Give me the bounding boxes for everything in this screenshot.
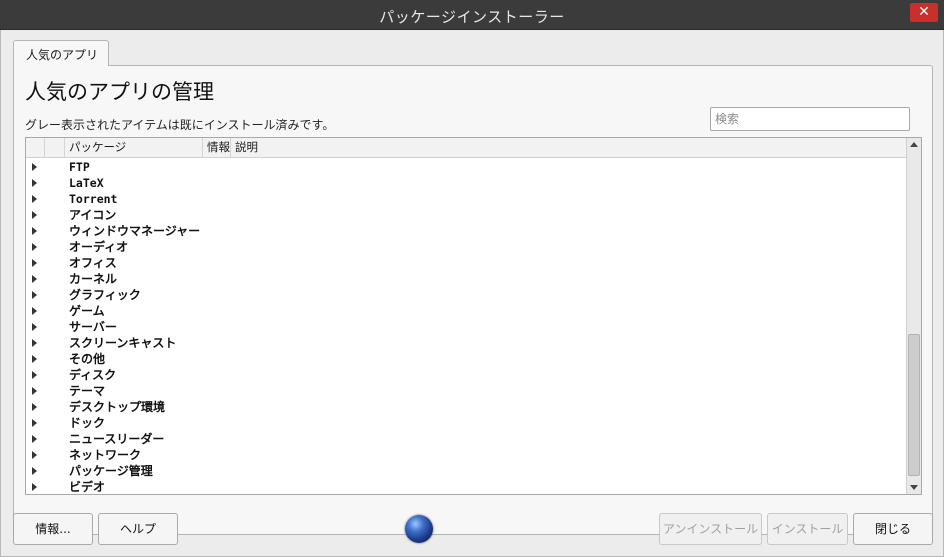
expand-arrow-icon[interactable] — [32, 435, 37, 443]
table-row[interactable]: グラフィック — [26, 287, 908, 303]
expand-arrow-icon[interactable] — [32, 339, 37, 347]
expand-arrow-icon[interactable] — [32, 387, 37, 395]
category-label: スクリーンキャスト — [69, 336, 177, 350]
expand-arrow-icon[interactable] — [32, 355, 37, 363]
search-input[interactable] — [710, 107, 910, 131]
table-row[interactable]: スクリーンキャスト — [26, 335, 908, 351]
expand-arrow-icon[interactable] — [32, 243, 37, 251]
expand-arrow-icon[interactable] — [32, 163, 37, 171]
category-label: LaTeX — [69, 176, 104, 190]
table-row[interactable]: ドック — [26, 415, 908, 431]
window-body: 人気のアプリ 人気のアプリの管理 グレー表示されたアイテムは既にインストール済み… — [0, 30, 944, 557]
category-label: サーバー — [69, 320, 117, 334]
package-tree: パッケージ 情報 説明 FTP LaTeX Torrent アイコン ウィンドウ… — [25, 137, 922, 495]
expand-arrow-icon[interactable] — [32, 259, 37, 267]
scroll-thumb[interactable] — [908, 334, 920, 476]
tree-rows: FTP LaTeX Torrent アイコン ウィンドウマネージャー オーディオ… — [26, 159, 908, 494]
globe-icon — [405, 515, 433, 543]
table-row[interactable]: オーディオ — [26, 239, 908, 255]
header-info[interactable]: 情報 — [202, 138, 230, 157]
category-label: ビデオ — [69, 480, 106, 494]
page-title: 人気のアプリの管理 — [25, 80, 214, 104]
scroll-down-icon[interactable] — [907, 480, 921, 494]
category-label: ネットワーク — [69, 448, 142, 462]
uninstall-button[interactable]: アンインストール — [659, 513, 762, 545]
category-label: Torrent — [69, 192, 118, 206]
help-button[interactable]: ヘルプ — [98, 513, 178, 545]
header-description[interactable]: 説明 — [230, 138, 908, 157]
header-spacer — [26, 138, 44, 157]
expand-arrow-icon[interactable] — [32, 227, 37, 235]
table-row[interactable]: デスクトップ環境 — [26, 399, 908, 415]
expand-arrow-icon[interactable] — [32, 291, 37, 299]
category-label: その他 — [69, 352, 106, 366]
category-label: テーマ — [69, 384, 106, 398]
table-row[interactable]: LaTeX — [26, 175, 908, 191]
expand-arrow-icon[interactable] — [32, 371, 37, 379]
close-button[interactable]: 閉じる — [853, 513, 933, 545]
table-row[interactable]: ディスク — [26, 367, 908, 383]
window-title: パッケージインストーラー — [379, 8, 565, 26]
tab-panel: 人気のアプリの管理 グレー表示されたアイテムは既にインストール済みです。 パッケ… — [13, 65, 933, 535]
table-row[interactable]: FTP — [26, 159, 908, 175]
scroll-up-icon[interactable] — [907, 138, 921, 152]
table-row[interactable]: ビデオ — [26, 479, 908, 494]
title-bar: パッケージインストーラー ✕ — [0, 0, 944, 30]
category-label: FTP — [69, 160, 90, 174]
category-label: オフィス — [69, 256, 117, 270]
window-close-button[interactable]: ✕ — [910, 3, 938, 22]
table-row[interactable]: オフィス — [26, 255, 908, 271]
table-row[interactable]: カーネル — [26, 271, 908, 287]
tab-popular-apps[interactable]: 人気のアプリ — [13, 40, 109, 66]
category-label: ディスク — [69, 368, 117, 382]
expand-arrow-icon[interactable] — [32, 275, 37, 283]
vertical-scrollbar[interactable] — [906, 138, 921, 494]
installed-note: グレー表示されたアイテムは既にインストール済みです。 — [25, 118, 335, 132]
table-row[interactable]: ニュースリーダー — [26, 431, 908, 447]
header-package[interactable]: パッケージ — [64, 138, 202, 157]
category-label: グラフィック — [69, 288, 141, 302]
category-label: ウィンドウマネージャー — [69, 224, 201, 238]
info-button[interactable]: 情報... — [13, 513, 93, 545]
table-row[interactable]: ネットワーク — [26, 447, 908, 463]
category-label: カーネル — [69, 272, 118, 286]
header-checkbox-column[interactable] — [44, 138, 64, 157]
table-row[interactable]: サーバー — [26, 319, 908, 335]
expand-arrow-icon[interactable] — [32, 451, 37, 459]
table-row[interactable]: ゲーム — [26, 303, 908, 319]
expand-arrow-icon[interactable] — [32, 419, 37, 427]
install-button[interactable]: インストール — [767, 513, 848, 545]
category-label: デスクトップ環境 — [69, 400, 166, 414]
table-row[interactable]: ウィンドウマネージャー — [26, 223, 908, 239]
expand-arrow-icon[interactable] — [32, 403, 37, 411]
expand-arrow-icon[interactable] — [32, 323, 37, 331]
table-row[interactable]: その他 — [26, 351, 908, 367]
category-label: ゲーム — [69, 304, 105, 318]
expand-arrow-icon[interactable] — [32, 307, 37, 315]
table-row[interactable]: Torrent — [26, 191, 908, 207]
table-row[interactable]: アイコン — [26, 207, 908, 223]
table-row[interactable]: パッケージ管理 — [26, 463, 908, 479]
expand-arrow-icon[interactable] — [32, 483, 37, 491]
expand-arrow-icon[interactable] — [32, 179, 37, 187]
expand-arrow-icon[interactable] — [32, 195, 37, 203]
category-label: オーディオ — [69, 240, 129, 254]
category-label: アイコン — [69, 208, 117, 222]
expand-arrow-icon[interactable] — [32, 211, 37, 219]
table-row[interactable]: テーマ — [26, 383, 908, 399]
expand-arrow-icon[interactable] — [32, 467, 37, 475]
category-label: ニュースリーダー — [69, 432, 165, 446]
tree-header: パッケージ 情報 説明 — [26, 138, 908, 158]
category-label: ドック — [69, 416, 106, 430]
category-label: パッケージ管理 — [69, 464, 153, 478]
